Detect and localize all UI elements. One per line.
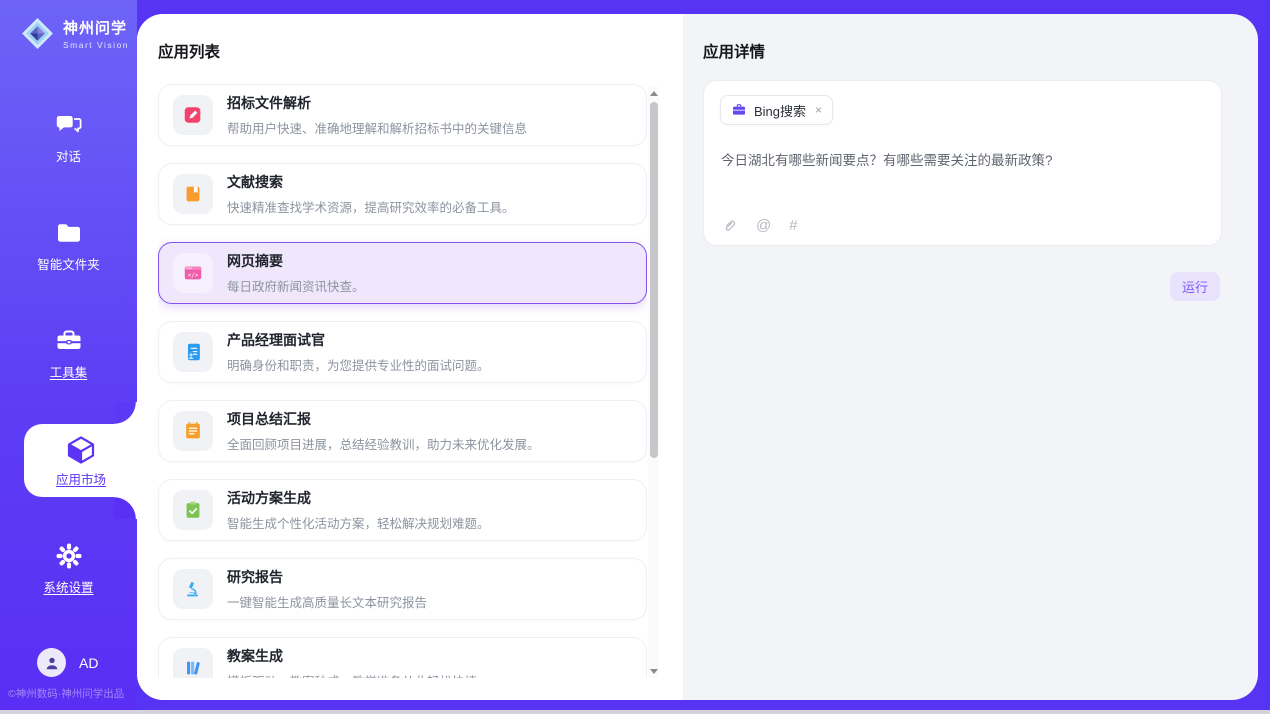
app-detail-panel: 应用详情 Bing搜索 × 今日湖北有哪些新闻要点？有哪些需要关注的最新政策? … — [683, 14, 1258, 700]
toolbox-icon — [0, 326, 137, 356]
report-note-icon — [173, 411, 213, 451]
sidebar-item-toolset[interactable]: 工具集 — [0, 326, 137, 382]
sidebar-item-system-settings[interactable]: 系统设置 — [0, 541, 137, 597]
app-description: 明确身份和职责，为您提供专业性的面试问题。 — [227, 355, 490, 374]
user-row[interactable]: AD — [37, 648, 98, 677]
browser-code-icon: </> — [173, 253, 213, 293]
run-button[interactable]: 运行 — [1170, 272, 1220, 301]
app-name: 网页摘要 — [227, 251, 365, 271]
app-list-scrollbar[interactable] — [648, 86, 659, 678]
sidebar-item-smart-folder[interactable]: 智能文件夹 — [0, 218, 137, 274]
scroll-down-arrow-icon[interactable] — [648, 665, 659, 677]
app-description: 快速精准查找学术资源，提高研究效率的必备工具。 — [227, 197, 515, 216]
interview-document-icon — [173, 332, 213, 372]
app-card-literature-search[interactable]: 文献搜索 快速精准查找学术资源，提高研究效率的必备工具。 — [158, 163, 647, 225]
app-name: 招标文件解析 — [227, 93, 527, 113]
app-name: 教案生成 — [227, 646, 477, 666]
scroll-up-arrow-icon[interactable] — [648, 87, 659, 99]
book-icon — [173, 174, 213, 214]
app-name: 产品经理面试官 — [227, 330, 490, 350]
svg-text:</>: </> — [188, 272, 199, 279]
sidebar-item-label: 工具集 — [50, 366, 88, 380]
bottom-edge-strip — [0, 710, 1270, 714]
app-card-event-plan[interactable]: 活动方案生成 智能生成个性化活动方案，轻松解决规划难题。 — [158, 479, 647, 541]
input-toolbar: @ # — [721, 217, 798, 234]
folder-icon — [0, 218, 137, 248]
main-content: 应用列表 招标文件解析 帮助用户快速、准确地理解和解析招标书中的关键信息 — [137, 14, 1258, 700]
app-name: 文献搜索 — [227, 172, 515, 192]
brand-logo: 神州问学 Smart Vision — [20, 16, 129, 51]
diamond-logo-icon — [20, 16, 55, 51]
app-detail-title: 应用详情 — [703, 40, 765, 62]
chat-icon — [0, 110, 137, 140]
tool-tag-label: Bing搜索 — [754, 101, 806, 120]
gear-icon — [0, 541, 137, 571]
user-label: AD — [79, 655, 98, 671]
sidebar-item-label: 应用市场 — [56, 469, 106, 488]
app-description: 一键智能生成高质量长文本研究报告 — [227, 592, 427, 611]
brand-name: 神州问学 — [63, 17, 129, 38]
sidebar-footer-text: ©神州数码·神州问学出品 — [8, 686, 138, 701]
app-description: 智能生成个性化活动方案，轻松解决规划难题。 — [227, 513, 490, 532]
sidebar: 神州问学 Smart Vision 对话 智能文件夹 工具集 — [0, 0, 137, 714]
app-description: 全面回顾项目进展，总结经验教训，助力未来优化发展。 — [227, 434, 540, 453]
scrollbar-thumb[interactable] — [650, 102, 658, 458]
app-name: 项目总结汇报 — [227, 409, 540, 429]
briefcase-icon — [731, 102, 747, 118]
books-icon — [173, 648, 213, 678]
app-card-bid-parse[interactable]: 招标文件解析 帮助用户快速、准确地理解和解析招标书中的关键信息 — [158, 84, 647, 146]
hash-icon[interactable]: # — [789, 217, 797, 234]
app-list-title: 应用列表 — [158, 40, 220, 62]
app-card-project-summary[interactable]: 项目总结汇报 全面回顾项目进展，总结经验教训，助力未来优化发展。 — [158, 400, 647, 462]
active-tab-curve-bottom — [114, 497, 137, 519]
user-avatar-icon[interactable] — [37, 648, 66, 677]
cube-icon — [65, 434, 97, 466]
clipboard-check-icon — [173, 490, 213, 530]
sidebar-item-app-market[interactable]: 应用市场 — [24, 424, 138, 497]
sidebar-item-label: 对话 — [56, 150, 81, 164]
app-card-research-report[interactable]: 研究报告 一键智能生成高质量长文本研究报告 — [158, 558, 647, 620]
active-tab-curve-top — [114, 402, 137, 424]
app-card-lesson-plan[interactable]: 教案生成 模板驱动，教案秒成，教学准备从此轻松快捷 — [158, 637, 647, 678]
sidebar-item-chat[interactable]: 对话 — [0, 110, 137, 166]
paperclip-icon[interactable] — [721, 217, 738, 234]
app-name: 研究报告 — [227, 567, 427, 587]
query-input-card[interactable]: Bing搜索 × 今日湖北有哪些新闻要点？有哪些需要关注的最新政策? @ # — [703, 80, 1222, 246]
tool-tag-bing-search[interactable]: Bing搜索 × — [720, 95, 833, 125]
app-card-list: 招标文件解析 帮助用户快速、准确地理解和解析招标书中的关键信息 文献搜索 快速精… — [158, 84, 647, 678]
app-card-web-summary[interactable]: </> 网页摘要 每日政府新闻资讯快查。 — [158, 242, 647, 304]
query-text[interactable]: 今日湖北有哪些新闻要点？有哪些需要关注的最新政策? — [721, 151, 1201, 171]
app-name: 活动方案生成 — [227, 488, 490, 508]
microscope-icon — [173, 569, 213, 609]
app-card-pm-interviewer[interactable]: 产品经理面试官 明确身份和职责，为您提供专业性的面试问题。 — [158, 321, 647, 383]
app-list-panel: 应用列表 招标文件解析 帮助用户快速、准确地理解和解析招标书中的关键信息 — [137, 14, 683, 700]
sidebar-item-label: 智能文件夹 — [37, 258, 100, 272]
mention-icon[interactable]: @ — [756, 217, 771, 234]
app-window: 应用列表 招标文件解析 帮助用户快速、准确地理解和解析招标书中的关键信息 — [0, 0, 1270, 714]
app-description: 每日政府新闻资讯快查。 — [227, 276, 365, 295]
close-icon[interactable]: × — [815, 103, 822, 117]
sidebar-item-label: 系统设置 — [43, 581, 93, 595]
app-description: 帮助用户快速、准确地理解和解析招标书中的关键信息 — [227, 118, 527, 137]
app-description: 模板驱动，教案秒成，教学准备从此轻松快捷 — [227, 671, 477, 678]
brand-subtitle: Smart Vision — [63, 40, 129, 50]
edit-document-icon — [173, 95, 213, 135]
